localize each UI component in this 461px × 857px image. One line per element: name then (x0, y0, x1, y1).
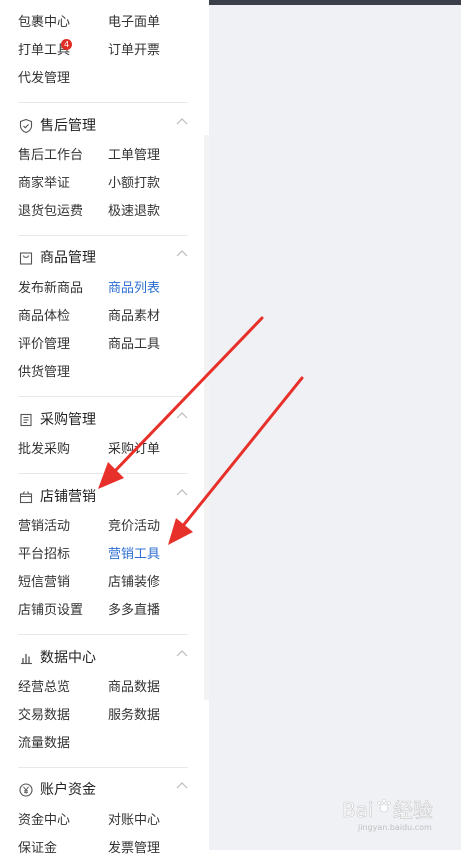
document-icon (20, 413, 32, 427)
gift-box-icon (19, 491, 33, 504)
group-title: 售后管理 (40, 118, 96, 134)
chevron-up-icon[interactable] (174, 647, 190, 661)
sidebar-scrollbar[interactable] (204, 135, 209, 700)
sidebar-item-small-payment[interactable]: 小额打款 (108, 176, 160, 192)
sidebar-item-electronic-waybill[interactable]: 电子面单 (108, 15, 160, 31)
sidebar-item-transaction-data[interactable]: 交易数据 (18, 708, 70, 724)
sidebar-item-dropship-management[interactable]: 代发管理 (18, 71, 70, 87)
bar-chart-icon (21, 654, 32, 665)
sidebar-item-package-center[interactable]: 包裹中心 (18, 15, 70, 31)
chevron-up-icon[interactable] (174, 486, 190, 500)
sidebar-item-reconciliation-center[interactable]: 对账中心 (108, 813, 160, 829)
watermark-brand: Bai (342, 798, 374, 822)
sidebar-item-marketing-activities[interactable]: 营销活动 (18, 519, 70, 535)
sidebar-item-service-data[interactable]: 服务数据 (108, 708, 160, 724)
sidebar-item-traffic-data[interactable]: 流量数据 (18, 736, 70, 752)
sidebar-item-publish-product[interactable]: 发布新商品 (18, 281, 83, 297)
group-title: 账户资金 (40, 782, 96, 798)
sidebar-item-product-data[interactable]: 商品数据 (108, 680, 160, 696)
sidebar-item-store-decoration[interactable]: 店铺装修 (108, 575, 160, 591)
sidebar-item-purchase-orders[interactable]: 采购订单 (108, 442, 160, 458)
sidebar-item-fund-center[interactable]: 资金中心 (18, 813, 70, 829)
sidebar-item-product-tools[interactable]: 商品工具 (108, 337, 160, 353)
baidu-jingyan-watermark: Bai 经验 jingyan.baidu.com (342, 798, 434, 832)
divider (18, 473, 188, 474)
bag-icon (19, 252, 33, 265)
sidebar-item-deposit[interactable]: 保证金 (18, 841, 57, 857)
yen-icon (19, 783, 33, 797)
chevron-up-icon[interactable] (174, 247, 190, 261)
divider (18, 396, 188, 397)
notification-badge: 4 (61, 39, 72, 50)
group-header-purchase-management[interactable]: 采购管理 (0, 409, 204, 431)
sidebar-item-marketing-tools[interactable]: 营销工具 (108, 547, 160, 563)
group-title: 采购管理 (40, 412, 96, 428)
sidebar-item-return-shipping[interactable]: 退货包运费 (18, 204, 83, 220)
sidebar-item-bidding-activities[interactable]: 竞价活动 (108, 519, 160, 535)
sidebar-item-product-checkup[interactable]: 商品体检 (18, 309, 70, 325)
sidebar-item-fast-refund[interactable]: 极速退款 (108, 204, 160, 220)
divider (18, 767, 188, 768)
sidebar-item-order-invoice[interactable]: 订单开票 (108, 43, 160, 59)
chevron-up-icon[interactable] (174, 409, 190, 423)
sidebar-item-supply-management[interactable]: 供货管理 (18, 365, 70, 381)
sidebar-nav: 包裹中心 电子面单 打单工具 4 订单开票 代发管理 售后管理 售后工作台 工单… (0, 0, 204, 856)
sidebar-item-live-streaming[interactable]: 多多直播 (108, 603, 160, 619)
chevron-up-icon[interactable] (174, 779, 190, 793)
watermark-url: jingyan.baidu.com (357, 823, 432, 832)
group-title: 店铺营销 (40, 489, 96, 505)
sidebar-item-platform-tender[interactable]: 平台招标 (18, 547, 70, 563)
sidebar-item-product-list[interactable]: 商品列表 (108, 281, 160, 297)
sidebar-item-review-management[interactable]: 评价管理 (18, 337, 70, 353)
group-header-after-sales[interactable]: 售后管理 (0, 115, 204, 137)
divider (18, 102, 188, 103)
sidebar-item-business-overview[interactable]: 经营总览 (18, 680, 70, 696)
sidebar-item-store-page-settings[interactable]: 店铺页设置 (18, 603, 83, 619)
group-header-account-funds[interactable]: 账户资金 (0, 779, 204, 801)
shield-check-icon (19, 118, 33, 134)
sidebar-item-ticket-management[interactable]: 工单管理 (108, 148, 160, 164)
group-header-store-marketing[interactable]: 店铺营销 (0, 486, 204, 508)
main-content-area (209, 5, 461, 850)
sidebar-item-sms-marketing[interactable]: 短信营销 (18, 575, 70, 591)
sidebar-item-wholesale-purchase[interactable]: 批发采购 (18, 442, 70, 458)
sidebar-item-invoice-management[interactable]: 发票管理 (108, 841, 160, 857)
sidebar-item-aftersales-workbench[interactable]: 售后工作台 (18, 148, 83, 164)
watermark-brand-suffix: 经验 (393, 798, 433, 822)
group-title: 数据中心 (40, 650, 96, 666)
paw-icon (377, 799, 391, 813)
group-header-product-management[interactable]: 商品管理 (0, 247, 204, 269)
chevron-up-icon[interactable] (174, 115, 190, 129)
divider (18, 235, 188, 236)
group-title: 商品管理 (40, 250, 96, 266)
sidebar-item-product-materials[interactable]: 商品素材 (108, 309, 160, 325)
group-header-data-center[interactable]: 数据中心 (0, 647, 204, 669)
sidebar-item-merchant-evidence[interactable]: 商家举证 (18, 176, 70, 192)
divider (18, 634, 188, 635)
